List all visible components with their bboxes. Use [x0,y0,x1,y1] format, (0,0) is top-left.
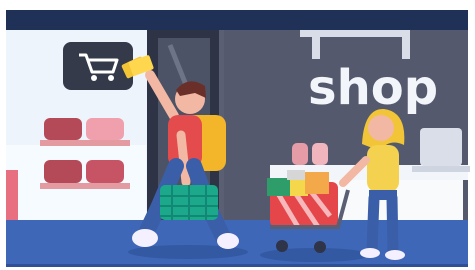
top-band [6,10,468,30]
shop-sign-text: shop [308,60,438,116]
left-edge-object [6,170,18,220]
bottom-band [6,264,468,267]
shopping-illustration: shop [0,0,475,270]
